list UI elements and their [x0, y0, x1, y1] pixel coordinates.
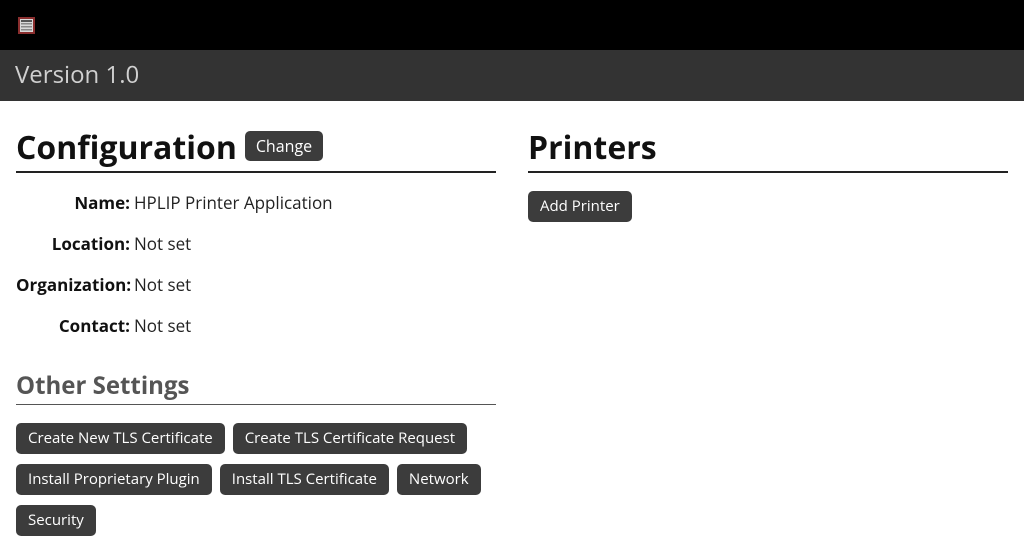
install-tls-certificate-button[interactable]: Install TLS Certificate [220, 464, 389, 495]
field-contact-label: Contact: [16, 314, 130, 337]
configuration-title: Configuration [16, 129, 237, 167]
top-bar [0, 0, 1024, 50]
column-configuration: Configuration Change Name: HPLIP Printer… [0, 101, 512, 536]
version-text: Version 1.0 [15, 58, 139, 91]
main-content: Configuration Change Name: HPLIP Printer… [0, 101, 1024, 536]
printers-heading: Printers [528, 129, 1008, 173]
field-name-label: Name: [16, 191, 130, 214]
change-button[interactable]: Change [245, 131, 323, 161]
configuration-heading: Configuration Change [16, 129, 496, 173]
field-name: Name: HPLIP Printer Application [16, 191, 496, 214]
security-button[interactable]: Security [16, 505, 96, 536]
printers-title: Printers [528, 129, 657, 167]
add-printer-button[interactable]: Add Printer [528, 191, 632, 222]
printer-app-icon[interactable] [18, 17, 35, 34]
field-contact: Contact: Not set [16, 314, 496, 337]
version-bar: Version 1.0 [0, 50, 1024, 101]
other-settings-buttons: Create New TLS Certificate Create TLS Ce… [16, 423, 496, 536]
field-name-value: HPLIP Printer Application [130, 191, 333, 214]
field-location-label: Location: [16, 232, 130, 255]
other-settings-heading: Other Settings [16, 369, 496, 405]
field-location-value: Not set [130, 232, 191, 255]
create-tls-certificate-request-button[interactable]: Create TLS Certificate Request [233, 423, 467, 454]
install-proprietary-plugin-button[interactable]: Install Proprietary Plugin [16, 464, 212, 495]
field-organization-label: Organization: [16, 273, 130, 296]
network-button[interactable]: Network [397, 464, 481, 495]
field-organization-value: Not set [130, 273, 191, 296]
field-contact-value: Not set [130, 314, 191, 337]
create-tls-certificate-button[interactable]: Create New TLS Certificate [16, 423, 225, 454]
field-location: Location: Not set [16, 232, 496, 255]
field-organization: Organization: Not set [16, 273, 496, 296]
column-printers: Printers Add Printer [512, 101, 1024, 536]
